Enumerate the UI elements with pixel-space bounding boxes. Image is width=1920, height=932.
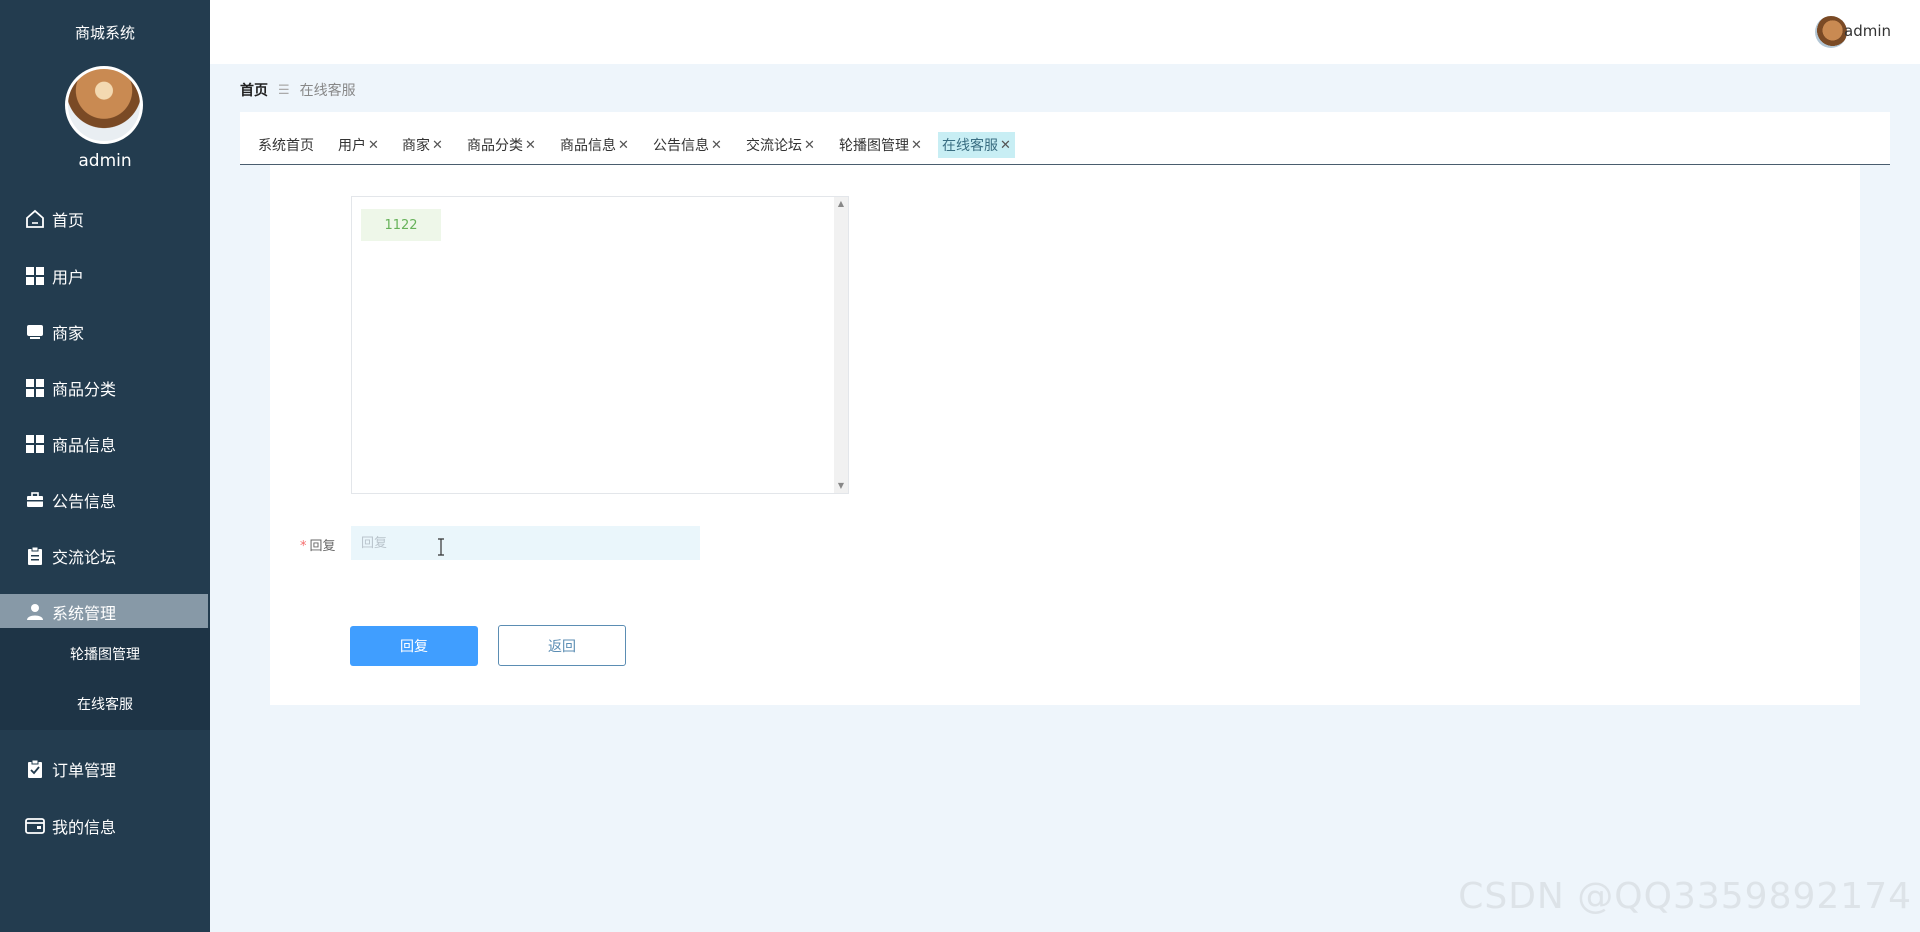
sidebar-item-label: 首页: [52, 211, 85, 230]
sidebar-item-orders[interactable]: 订单管理: [0, 747, 210, 791]
chat-message: 1122: [361, 209, 441, 241]
submenu: 轮播图管理 在线客服: [0, 628, 210, 730]
tab-label: 公告信息: [653, 138, 709, 154]
sidebar-item-merchants[interactable]: 商家: [0, 310, 210, 354]
close-icon[interactable]: ✕: [432, 138, 443, 153]
sidebar-item-system[interactable]: 系统管理: [0, 594, 208, 630]
close-icon[interactable]: ✕: [911, 138, 922, 153]
user-avatar[interactable]: [1815, 16, 1847, 48]
sidebar-item-home[interactable]: 首页: [0, 197, 210, 241]
tab-label: 商品信息: [560, 138, 616, 154]
top-bar: admin: [210, 0, 1920, 64]
app-title: 商城系统: [74, 24, 135, 42]
tab-label: 交流论坛: [746, 138, 802, 154]
sidebar-subitem-carousel[interactable]: 轮播图管理: [0, 634, 210, 674]
header-username[interactable]: admin: [1844, 22, 1891, 40]
sidebar-subitem-online-service[interactable]: 在线客服: [0, 684, 210, 724]
close-icon[interactable]: ✕: [804, 138, 815, 153]
close-icon[interactable]: ✕: [1000, 138, 1011, 153]
sidebar-item-label: 订单管理: [52, 761, 117, 780]
tab-online-service[interactable]: 在线客服 ✕: [938, 132, 1015, 158]
text-cursor-icon: [438, 538, 444, 556]
sidebar-item-forum[interactable]: 交流论坛: [0, 534, 210, 578]
clipboard-icon: [24, 546, 46, 566]
reply-label-text: 回复: [309, 539, 336, 554]
tabs-bar: 系统首页 用户 ✕ 商家 ✕ 商品分类 ✕ 商品信息 ✕ 公告信息 ✕ 交流论坛 ✕ 轮播图…: [240, 112, 1890, 165]
reply-input[interactable]: [351, 526, 700, 560]
sidebar-item-label: 公告信息: [52, 492, 117, 511]
close-icon[interactable]: ✕: [618, 138, 629, 153]
tab-categories[interactable]: 商品分类 ✕: [463, 132, 540, 158]
reply-button[interactable]: 回复: [350, 626, 478, 666]
grid-icon: [24, 378, 46, 398]
chat-history[interactable]: 1122 ▲ ▼: [351, 196, 849, 494]
sidebar-item-label: 用户: [52, 268, 85, 287]
sidebar-item-categories[interactable]: 商品分类: [0, 366, 210, 410]
sidebar-item-label: 系统管理: [52, 604, 117, 623]
sidebar-item-profile[interactable]: 我的信息: [0, 804, 210, 848]
sidebar-item-label: 商品信息: [52, 436, 117, 455]
close-icon[interactable]: ✕: [368, 138, 379, 153]
sidebar-item-products[interactable]: 商品信息: [0, 422, 210, 466]
breadcrumb-current: 在线客服: [299, 83, 356, 99]
back-button[interactable]: 返回: [498, 625, 626, 666]
tab-products[interactable]: 商品信息 ✕: [556, 132, 633, 158]
sidebar-item-announcements[interactable]: 公告信息: [0, 478, 210, 522]
grid-icon: [24, 266, 46, 286]
scrollbar[interactable]: ▲ ▼: [834, 197, 848, 493]
breadcrumb-home[interactable]: 首页: [240, 80, 268, 100]
close-icon[interactable]: ✕: [525, 138, 536, 153]
sidebar-item-label: 商品分类: [52, 380, 117, 399]
grid-icon: [24, 434, 46, 454]
tab-carousel[interactable]: 轮播图管理 ✕: [835, 132, 926, 158]
briefcase-icon: [24, 490, 46, 510]
sidebar-item-label: 商家: [52, 324, 85, 343]
wallet-icon: [24, 816, 46, 836]
monitor-icon: [24, 322, 46, 342]
tab-merchants[interactable]: 商家 ✕: [398, 132, 447, 158]
tab-label: 在线客服: [942, 138, 998, 154]
required-mark: *: [300, 539, 307, 554]
tab-label: 轮播图管理: [839, 138, 909, 154]
tab-users[interactable]: 用户 ✕: [334, 132, 383, 158]
tab-announcements[interactable]: 公告信息 ✕: [649, 132, 726, 158]
checklist-icon: [24, 759, 46, 779]
breadcrumb: 首页 ☰ 在线客服: [240, 80, 356, 100]
tab-label: 商家: [402, 138, 430, 154]
avatar: [65, 66, 143, 144]
sidebar-item-label: 交流论坛: [52, 548, 117, 567]
tab-forum[interactable]: 交流论坛 ✕: [742, 132, 819, 158]
user-icon: [24, 602, 46, 622]
close-icon[interactable]: ✕: [711, 138, 722, 153]
sidebar-item-users[interactable]: 用户: [0, 254, 210, 298]
tab-label: 用户: [338, 138, 366, 154]
scroll-down-icon[interactable]: ▼: [834, 479, 848, 493]
watermark: CSDN @QQ3359892174: [1458, 876, 1912, 917]
sidebar: 商城系统 admin 首页 用户 商家 商品分类 商品信息 公告信息 交流论坛 …: [0, 0, 210, 932]
scroll-up-icon[interactable]: ▲: [834, 197, 848, 211]
home-icon: [24, 209, 46, 229]
tab-home[interactable]: 系统首页: [254, 132, 318, 158]
sidebar-item-label: 我的信息: [52, 818, 117, 837]
tab-label: 商品分类: [467, 138, 523, 154]
tab-label: 系统首页: [258, 138, 314, 154]
breadcrumb-separator: ☰: [278, 82, 290, 98]
sidebar-username: admin: [78, 151, 132, 171]
reply-label: * 回复: [300, 535, 336, 554]
